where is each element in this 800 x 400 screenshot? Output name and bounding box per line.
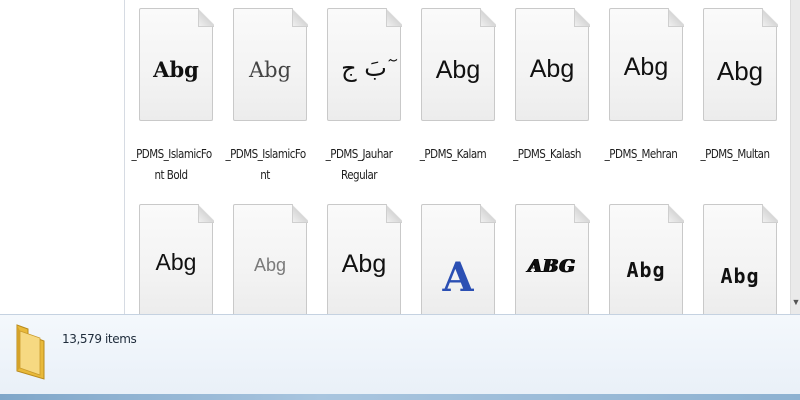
font-sample: Abg: [716, 56, 764, 86]
page-fold-icon: [762, 204, 778, 223]
font-file-tile[interactable]: Abg _PDMS_Multan: [689, 0, 781, 190]
font-file-tile[interactable]: Abg _PDMS_IslamicFo nt Bold: [125, 0, 217, 190]
font-file-tile[interactable]: Abg _PDMS_IslamicFo nt: [219, 0, 311, 190]
font-sample: Abg: [720, 264, 760, 288]
font-sample: Abg: [341, 250, 387, 278]
font-sample: Abg: [626, 258, 666, 282]
page-fold-icon: [574, 8, 590, 27]
font-file-tile[interactable]: A: [407, 196, 499, 314]
navigation-pane[interactable]: [0, 0, 125, 314]
page-fold-icon: [198, 204, 214, 223]
page-fold-icon: [292, 204, 308, 223]
details-pane: 13,579 items: [0, 314, 800, 395]
font-sample: Abg: [529, 55, 575, 83]
font-sample: Abg: [248, 58, 292, 82]
item-count: 13,579 items: [62, 332, 137, 346]
page-fold-icon: [480, 8, 496, 27]
file-name-line1: _PDMS_Kalash: [513, 147, 581, 161]
font-file-tile[interactable]: Abg: [313, 196, 405, 314]
file-name-line1: _PDMS_Jauhar: [325, 147, 393, 161]
vertical-scrollbar[interactable]: ▼: [790, 0, 800, 314]
page-fold-icon: [574, 204, 590, 223]
file-name-line1: _PDMS_Kalam: [419, 147, 487, 161]
font-sample: Abg: [435, 56, 481, 84]
scroll-down-arrow-icon[interactable]: ▼: [791, 296, 800, 308]
page-fold-icon: [386, 204, 402, 223]
font-file-tile[interactable]: Abg: [125, 196, 217, 314]
file-name-line1: _PDMS_Mehran: [604, 147, 678, 161]
page-fold-icon: [480, 204, 496, 223]
font-file-tile[interactable]: Abg _PDMS_Kalash: [501, 0, 593, 190]
font-file-tile[interactable]: Abg: [219, 196, 311, 314]
font-sample: Abg: [153, 57, 199, 82]
font-file-tile[interactable]: Abg _PDMS_Mehran: [595, 0, 687, 190]
page-fold-icon: [668, 204, 684, 223]
file-name-line1: _PDMS_Multan: [700, 147, 771, 161]
font-file-tile[interactable]: ABG: [501, 196, 593, 314]
folder-icon: [14, 321, 48, 383]
font-sample: Abg: [155, 249, 197, 275]
font-sample: Abg: [253, 255, 287, 275]
taskbar[interactable]: [0, 394, 800, 400]
font-sample: ٓبَ ج: [341, 54, 387, 82]
file-name-line1: _PDMS_IslamicFo: [225, 147, 306, 161]
page-fold-icon: [762, 8, 778, 27]
page-fold-icon: [198, 8, 214, 27]
page-fold-icon: [386, 8, 402, 27]
font-file-tile[interactable]: Abg _PDMS_Kalam: [407, 0, 499, 190]
file-name-line2: Regular: [341, 168, 377, 182]
page-fold-icon: [292, 8, 308, 27]
file-name-line2: nt Bold: [154, 168, 188, 182]
font-sample: ABG: [528, 256, 576, 277]
file-name-line2: nt: [260, 168, 270, 182]
font-file-tile[interactable]: Abg: [689, 196, 781, 314]
file-list-view[interactable]: Abg _PDMS_IslamicFo nt Bold Abg _PDMS_Is…: [125, 0, 790, 314]
file-name-line1: _PDMS_IslamicFo: [131, 147, 212, 161]
font-sample: Abg: [623, 53, 669, 81]
page-fold-icon: [668, 8, 684, 27]
font-file-tile[interactable]: Abg: [595, 196, 687, 314]
font-file-tile[interactable]: ٓبَ ج _PDMS_Jauhar Regular: [313, 0, 405, 190]
font-sample: A: [442, 254, 474, 301]
